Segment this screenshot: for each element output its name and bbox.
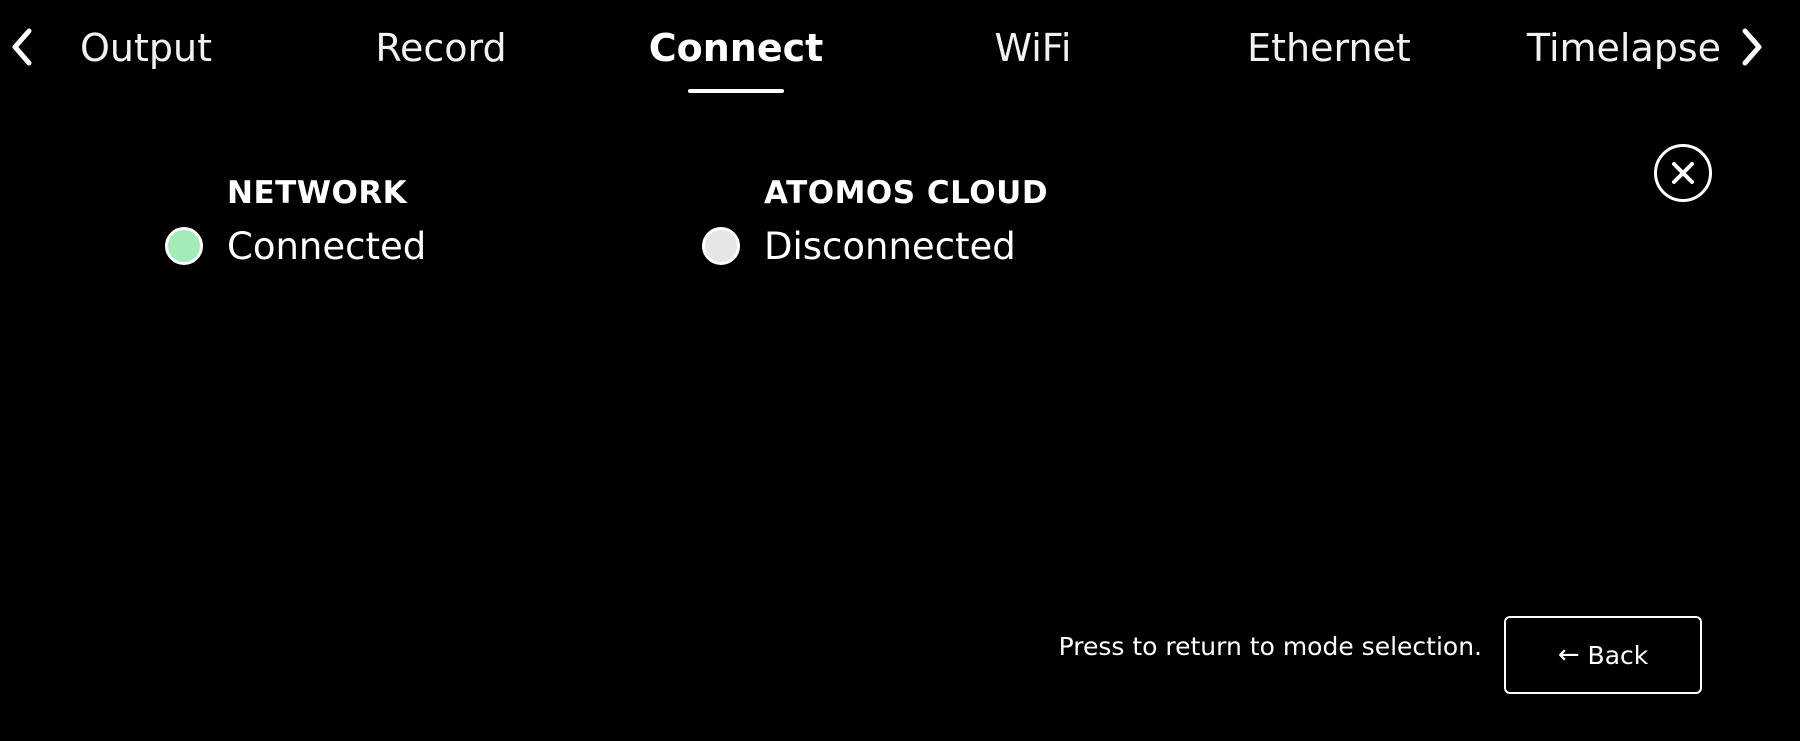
cloud-status-title: ATOMOS CLOUD (764, 175, 1049, 211)
chevron-right-icon (1742, 28, 1762, 66)
tab-wifi[interactable]: WiFi (978, 18, 1088, 78)
network-status-indicator (165, 227, 203, 265)
tab-ethernet[interactable]: Ethernet (1240, 18, 1418, 78)
cloud-status-indicator (702, 227, 740, 265)
tab-timelapse[interactable]: Timelapse (1524, 18, 1724, 78)
cloud-status-text: Disconnected (764, 224, 1016, 268)
tab-record[interactable]: Record (366, 18, 516, 78)
cloud-status: ATOMOS CLOUD Disconnected (702, 170, 1048, 276)
close-icon (1672, 162, 1694, 184)
back-button-label: Back (1587, 640, 1649, 670)
back-button[interactable]: ← Back (1504, 616, 1702, 694)
chevron-left-icon (12, 28, 32, 66)
back-hint-text: Press to return to mode selection. (1058, 632, 1482, 661)
network-status-row: Connected (165, 216, 426, 276)
cloud-status-row: Disconnected (702, 216, 1048, 276)
active-tab-indicator (688, 89, 784, 93)
tab-connect[interactable]: Connect (649, 18, 824, 78)
close-button[interactable] (1654, 144, 1712, 202)
network-status-text: Connected (227, 224, 427, 268)
tab-output[interactable]: Output (70, 18, 222, 78)
network-status-title: NETWORK (227, 175, 408, 211)
connect-screen: Output Record Connect WiFi Ethernet Time… (0, 0, 1800, 741)
network-status: NETWORK Connected (165, 170, 426, 276)
next-tab-button[interactable] (1730, 22, 1774, 72)
arrow-left-icon: ← (1557, 640, 1580, 670)
tab-bar: Output Record Connect WiFi Ethernet Time… (0, 0, 1800, 100)
prev-tab-button[interactable] (0, 22, 44, 72)
